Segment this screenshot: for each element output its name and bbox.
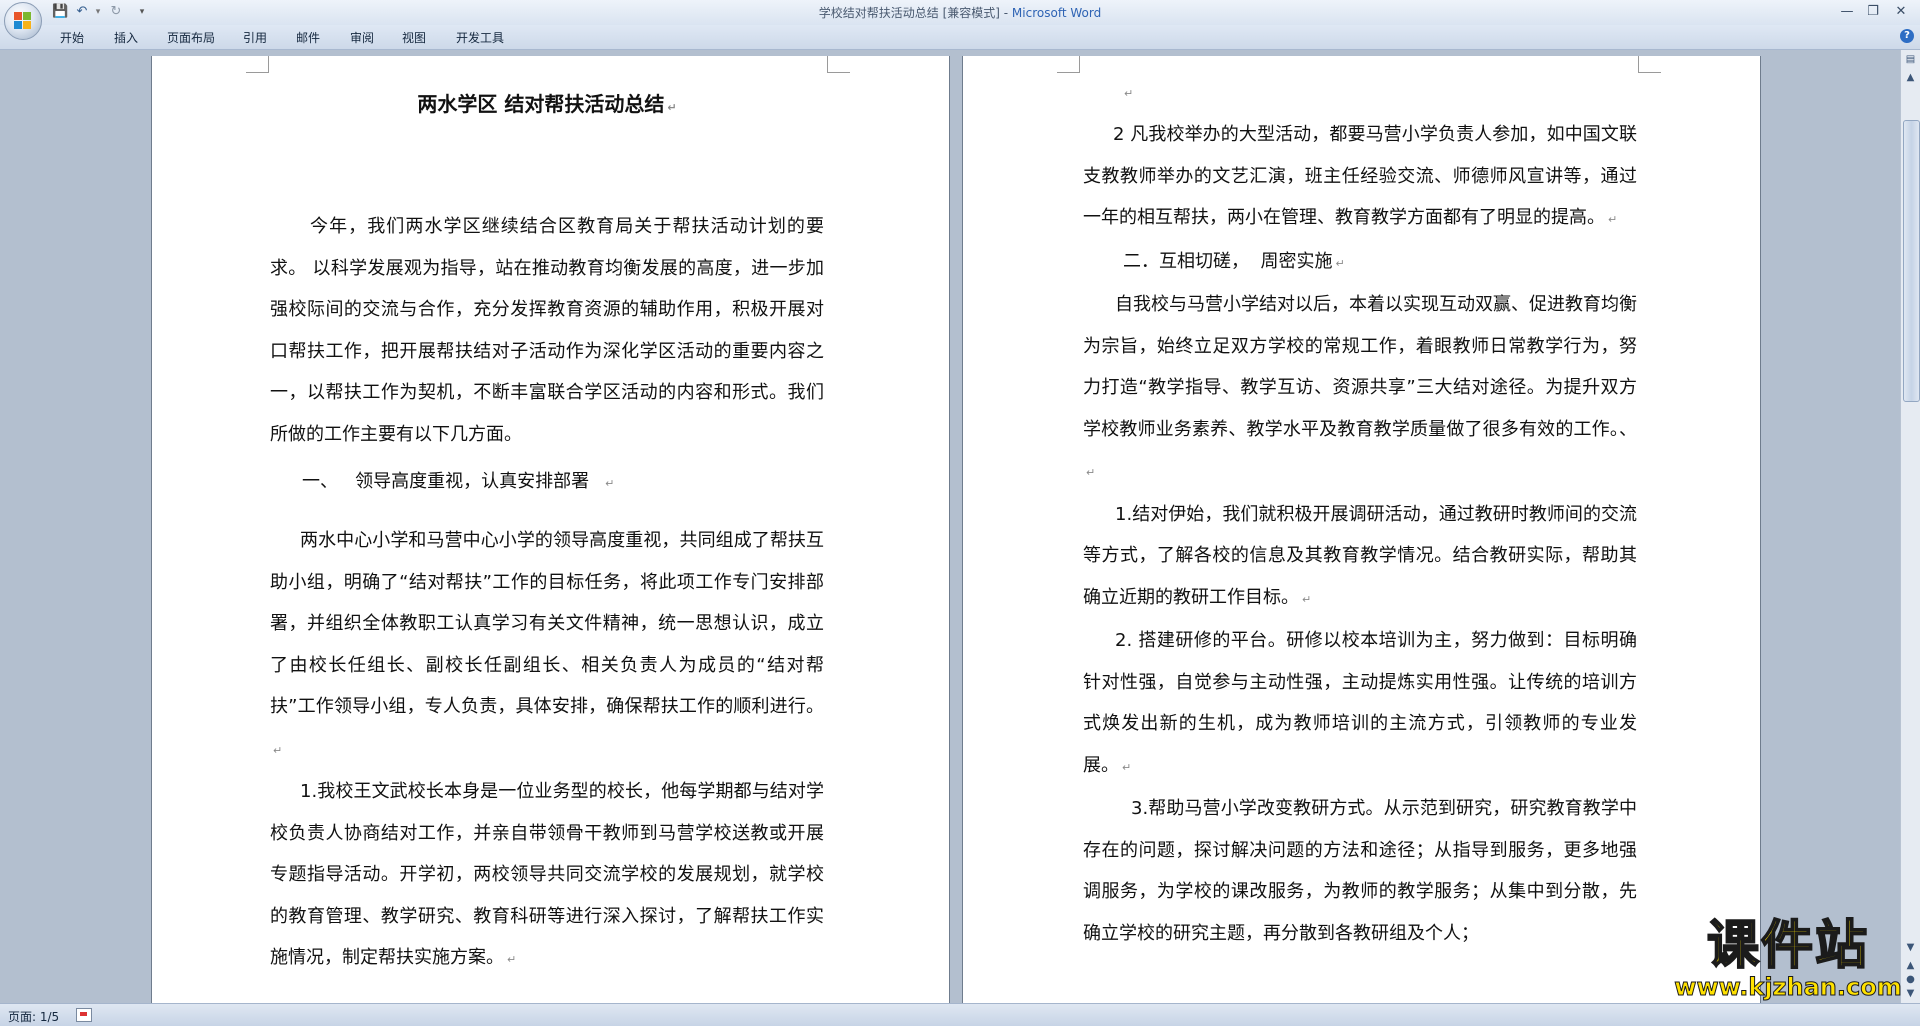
paragraph-text: 2 凡我校举办的大型活动，都要马营小学负责人参加，如中国文联支教教师举办的文艺汇… [1083, 124, 1637, 228]
tab-mailings[interactable]: 邮件 [296, 29, 320, 46]
ruler-toggle-icon[interactable]: ▤ [1903, 52, 1918, 67]
title-bar: 💾 ↶ ▾ ↻ ▾ 学校结对帮扶活动总结 [兼容模式] - Microsoft … [0, 0, 1920, 40]
paragraph: 3.帮助马营小学改变教研方式。从示范到研究，研究教育教学中存在的问题，探讨解决问… [1083, 788, 1637, 954]
paragraph: 1.结对伊始，我们就积极开展调研活动，通过教研时教师间的交流等方式，了解各校的信… [1083, 494, 1637, 621]
proofing-status-icon[interactable] [76, 1008, 92, 1022]
scrollbar-thumb[interactable] [1903, 120, 1920, 402]
paragraph-mark-icon: ↵ [1608, 213, 1618, 226]
crop-mark [246, 56, 269, 73]
status-bar: 页面: 1/5 [0, 1003, 1920, 1026]
paragraph-mark-icon: ↵ [1302, 592, 1312, 606]
paragraph-mark-icon: ↵ [507, 953, 517, 966]
tab-page-layout[interactable]: 页面布局 [167, 29, 215, 46]
paragraph-text: 1.我校王文武校长本身是一位业务型的校长，他每学期都与结对学校负责人协商结对工作… [270, 781, 824, 968]
paragraph-text: 自我校与马营小学结对以后，本着以实现互动双赢、促进教育均衡为宗旨，始终立足双方学… [1083, 294, 1637, 440]
close-icon[interactable]: ✕ [1890, 3, 1912, 21]
vertical-scrollbar[interactable]: ▤ ▲ ▼ ▲ ● ▼ [1900, 50, 1920, 1003]
site-watermark: 课件站 www.kjzhan.com [1668, 916, 1908, 1001]
paragraph: 2 凡我校举办的大型活动，都要马营小学负责人参加，如中国文联支教教师举办的文艺汇… [1083, 114, 1637, 241]
paragraph: 两水中心小学和马营中心小学的领导高度重视，共同组成了帮扶互助小组，明确了“结对帮… [270, 520, 824, 771]
document-workspace[interactable]: 两水学区 结对帮扶活动总结 ↵ 今年，我们两水学区继续结合区教育局关于帮扶活动计划… [0, 50, 1900, 1003]
document-page-1[interactable]: 两水学区 结对帮扶活动总结 ↵ 今年，我们两水学区继续结合区教育局关于帮扶活动计划… [152, 56, 949, 1003]
section-heading-text: 二．互相切磋， 周密实施 [1123, 250, 1333, 272]
document-page-2[interactable]: ↵ 2 凡我校举办的大型活动，都要马营小学负责人参加，如中国文联支教教师举办的文… [963, 56, 1760, 1003]
heading-text: 两水学区 结对帮扶活动总结 [417, 92, 665, 116]
watermark-title: 课件站 [1706, 916, 1869, 976]
paragraph: 2. 搭建研修的平台。研修以校本培训为主，努力做到：目标明确针对性强，自觉参与主… [1083, 620, 1637, 788]
office-button[interactable] [4, 2, 42, 40]
paragraph-mark-icon: ↵ [1122, 760, 1132, 774]
tab-home[interactable]: 开始 [60, 29, 84, 46]
minimize-icon[interactable]: — [1836, 3, 1858, 21]
scroll-up-icon[interactable]: ▲ [1903, 70, 1918, 85]
empty-paragraph: ↵ [1121, 82, 1151, 104]
paragraph-text: 3.帮助马营小学改变教研方式。从示范到研究，研究教育教学中存在的问题，探讨解决问… [1083, 798, 1637, 944]
crop-mark [827, 56, 850, 73]
ribbon-tab-bar: 开始 插入 页面布局 引用 邮件 审阅 视图 开发工具 ? [0, 25, 1920, 50]
paragraph-mark-icon: ↵ [605, 477, 615, 490]
paragraph-text: 2. 搭建研修的平台。研修以校本培训为主，努力做到：目标明确针对性强，自觉参与主… [1083, 630, 1637, 776]
watermark-url: www.kjzhan.com [1674, 973, 1902, 1001]
office-logo-icon [14, 12, 32, 30]
paragraph-mark-icon: ↵ [1086, 466, 1096, 479]
page-2-body: 2 凡我校举办的大型活动，都要马营小学负责人参加，如中国文联支教教师举办的文艺汇… [1083, 114, 1637, 954]
paragraph: 自我校与马营小学结对以后，本着以实现互动双赢、促进教育均衡为宗旨，始终立足双方学… [1083, 284, 1637, 494]
app-name: Microsoft Word [1011, 6, 1102, 20]
paragraph: 1.我校王文武校长本身是一位业务型的校长，他每学期都与结对学校负责人协商结对工作… [270, 771, 824, 981]
page-count-status[interactable]: 页面: 1/5 [8, 1008, 59, 1025]
page-1-body: 今年，我们两水学区继续结合区教育局关于帮扶活动计划的要求。 以科学发展观为指导，… [270, 206, 824, 455]
crop-mark [1638, 56, 1661, 73]
paragraph-mark-icon: ↵ [273, 743, 283, 757]
paragraph-mark-icon: ↵ [1335, 256, 1345, 270]
tab-developer[interactable]: 开发工具 [456, 29, 504, 46]
document-title: 学校结对帮扶活动总结 [兼容模式] - [818, 6, 1012, 20]
paragraph-mark-icon: ↵ [667, 101, 677, 114]
tab-view[interactable]: 视图 [402, 29, 426, 46]
crop-mark [1057, 56, 1080, 73]
paragraph: 今年，我们两水学区继续结合区教育局关于帮扶活动计划的要求。 以科学发展观为指导，… [270, 206, 824, 455]
page-1-body-2: 两水中心小学和马营中心小学的领导高度重视，共同组成了帮扶互助小组，明确了“结对帮… [270, 520, 824, 981]
paragraph-text: 两水中心小学和马营中心小学的领导高度重视，共同组成了帮扶互助小组，明确了“结对帮… [270, 530, 824, 717]
restore-icon[interactable]: ❐ [1862, 3, 1884, 21]
tab-references[interactable]: 引用 [243, 29, 267, 46]
paragraph-text: 今年，我们两水学区继续结合区教育局关于帮扶活动计划的要求。 以科学发展观为指导，… [270, 216, 824, 445]
section-heading-2: 二．互相切磋， 周密实施 ↵ [1083, 241, 1637, 285]
help-icon[interactable]: ? [1900, 29, 1914, 43]
paragraph-mark-icon: ↵ [1124, 87, 1134, 100]
paragraph-text: 1.结对伊始，我们就积极开展调研活动，通过教研时教师间的交流等方式，了解各校的信… [1083, 503, 1637, 608]
tab-review[interactable]: 审阅 [350, 29, 374, 46]
section-heading-text: 一、 领导高度重视，认真安排部署 [302, 471, 590, 492]
tab-insert[interactable]: 插入 [114, 29, 138, 46]
window-title: 学校结对帮扶活动总结 [兼容模式] - Microsoft Word [0, 4, 1920, 21]
document-heading: 两水学区 结对帮扶活动总结 ↵ [270, 92, 824, 120]
section-heading-1: 一、 领导高度重视，认真安排部署 ↵ [302, 461, 822, 505]
